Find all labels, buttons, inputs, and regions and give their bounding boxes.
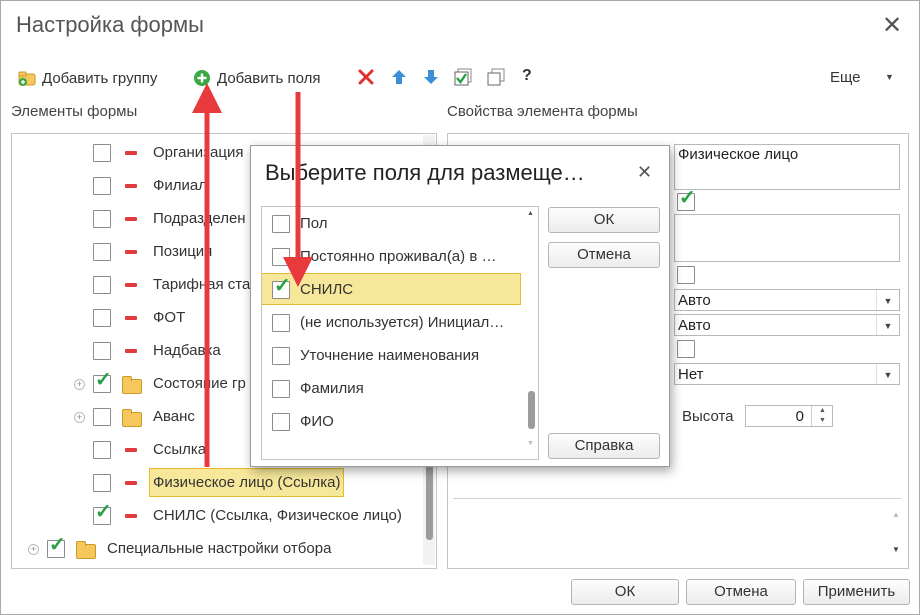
annotation-arrows bbox=[192, 83, 313, 467]
